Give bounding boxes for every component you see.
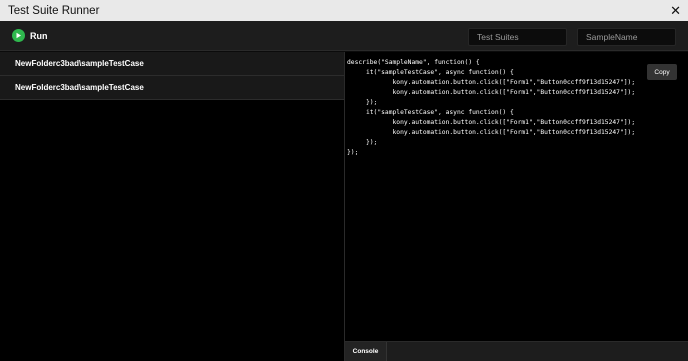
run-button[interactable]: Run <box>12 29 48 42</box>
test-case-label: NewFolderc3bad\sampleTestCase <box>15 83 144 92</box>
test-suite-runner-window: Test Suite Runner ✕ Run NewFolderc3bad\s… <box>0 0 688 361</box>
test-list: NewFolderc3bad\sampleTestCase NewFolderc… <box>0 52 344 361</box>
sample-name-input[interactable] <box>577 28 676 46</box>
tab-console[interactable]: Console <box>345 342 387 361</box>
test-case-item[interactable]: NewFolderc3bad\sampleTestCase <box>0 76 344 100</box>
console-bar: Console <box>345 341 688 361</box>
window-title: Test Suite Runner <box>8 4 100 17</box>
test-case-label: NewFolderc3bad\sampleTestCase <box>15 59 144 68</box>
close-icon[interactable]: ✕ <box>670 4 681 17</box>
run-label: Run <box>30 30 48 41</box>
test-case-item[interactable]: NewFolderc3bad\sampleTestCase <box>0 52 344 76</box>
code-panel: describe("SampleName", function() { it("… <box>344 52 688 361</box>
play-icon <box>12 29 25 42</box>
copy-button[interactable]: Copy <box>647 64 677 80</box>
code-editor[interactable]: describe("SampleName", function() { it("… <box>347 58 684 158</box>
test-suites-input[interactable] <box>468 28 567 46</box>
title-bar: Test Suite Runner ✕ <box>0 0 688 21</box>
toolbar: Run <box>0 21 688 51</box>
